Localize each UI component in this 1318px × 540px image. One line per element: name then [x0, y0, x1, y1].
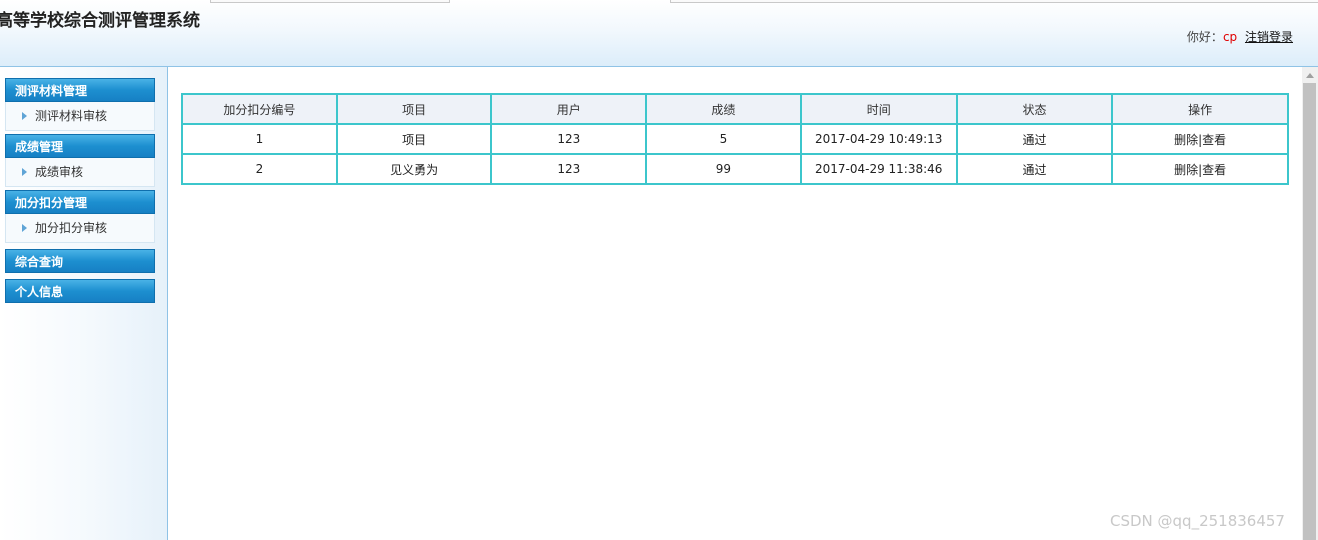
menu-group-bonus: 加分扣分管理 加分扣分审核: [5, 190, 155, 243]
cell-time: 2017-04-29 11:38:46: [799, 153, 958, 185]
cell-status: 通过: [955, 123, 1114, 155]
menu-header-bonus[interactable]: 加分扣分管理: [5, 190, 155, 214]
app-title: 高等学校综合测评管理系统: [0, 11, 200, 31]
cell-actions: 删除|查看: [1111, 123, 1289, 155]
arrow-right-icon: [22, 167, 27, 176]
delete-link[interactable]: 删除: [1174, 163, 1198, 177]
cell-actions: 删除|查看: [1111, 153, 1289, 185]
arrow-right-icon: [22, 223, 27, 232]
greeting-label: 你好：: [1186, 30, 1223, 44]
menu-item-label: 测评材料审核: [35, 109, 108, 123]
menu-item-label: 成绩审核: [35, 165, 84, 179]
column-header-id: 加分扣分编号: [181, 93, 338, 125]
cell-user: 123: [490, 153, 648, 185]
column-header-time: 时间: [799, 93, 958, 125]
cell-status: 通过: [955, 153, 1114, 185]
menu-header-score[interactable]: 成绩管理: [5, 134, 155, 158]
menu-group-profile: 个人信息: [5, 279, 155, 303]
username: cp: [1222, 30, 1238, 44]
watermark: CSDN @qq_251836457: [1110, 512, 1285, 530]
logout-link[interactable]: 注销登录: [1245, 30, 1293, 44]
menu-group-score: 成绩管理 成绩审核: [5, 134, 155, 187]
view-link[interactable]: 查看: [1202, 133, 1226, 147]
browser-frame-edge: [210, 0, 450, 3]
menu-item-material-review[interactable]: 测评材料审核: [5, 102, 155, 131]
cell-project: 见义勇为: [335, 153, 493, 185]
cell-score: 99: [645, 153, 802, 185]
main-content: 加分扣分编号 项目 用户 成绩 时间 状态 操作 1 项目 123 5 2017…: [168, 67, 1302, 540]
cell-time: 2017-04-29 10:49:13: [799, 123, 958, 155]
scroll-up-arrow-icon[interactable]: [1306, 73, 1314, 78]
view-link[interactable]: 查看: [1202, 163, 1226, 177]
column-header-user: 用户: [490, 93, 648, 125]
cell-id: 1: [181, 123, 338, 155]
bonus-score-table: 加分扣分编号 项目 用户 成绩 时间 状态 操作 1 项目 123 5 2017…: [181, 93, 1289, 185]
header-bar: 高等学校综合测评管理系统 你好：cp 注销登录: [0, 0, 1318, 67]
cell-id: 2: [181, 153, 338, 185]
table-row: 1 项目 123 5 2017-04-29 10:49:13 通过 删除|查看: [181, 123, 1289, 155]
vertical-scrollbar[interactable]: [1302, 67, 1318, 540]
delete-link[interactable]: 删除: [1174, 133, 1198, 147]
menu-group-material: 测评材料管理 测评材料审核: [5, 78, 155, 131]
cell-score: 5: [645, 123, 802, 155]
sidebar: 测评材料管理 测评材料审核 成绩管理 成绩审核 加分扣分管理 加分扣分审核 综合…: [0, 67, 168, 540]
menu-header-profile[interactable]: 个人信息: [5, 279, 155, 303]
scrollbar-thumb[interactable]: [1303, 83, 1316, 540]
column-header-score: 成绩: [645, 93, 802, 125]
menu-group-query: 综合查询: [5, 249, 155, 273]
arrow-right-icon: [22, 111, 27, 120]
menu-item-label: 加分扣分审核: [35, 221, 108, 235]
column-header-actions: 操作: [1111, 93, 1289, 125]
cell-project: 项目: [335, 123, 493, 155]
table-header-row: 加分扣分编号 项目 用户 成绩 时间 状态 操作: [181, 93, 1289, 125]
browser-frame-edge: [670, 0, 1318, 3]
table-row: 2 见义勇为 123 99 2017-04-29 11:38:46 通过 删除|…: [181, 153, 1289, 185]
cell-user: 123: [490, 123, 648, 155]
column-header-status: 状态: [955, 93, 1114, 125]
menu-header-material[interactable]: 测评材料管理: [5, 78, 155, 102]
menu-item-score-review[interactable]: 成绩审核: [5, 158, 155, 187]
column-header-project: 项目: [335, 93, 493, 125]
menu-header-query[interactable]: 综合查询: [5, 249, 155, 273]
user-bar: 你好：cp 注销登录: [1187, 28, 1293, 45]
menu-item-bonus-review[interactable]: 加分扣分审核: [5, 214, 155, 243]
